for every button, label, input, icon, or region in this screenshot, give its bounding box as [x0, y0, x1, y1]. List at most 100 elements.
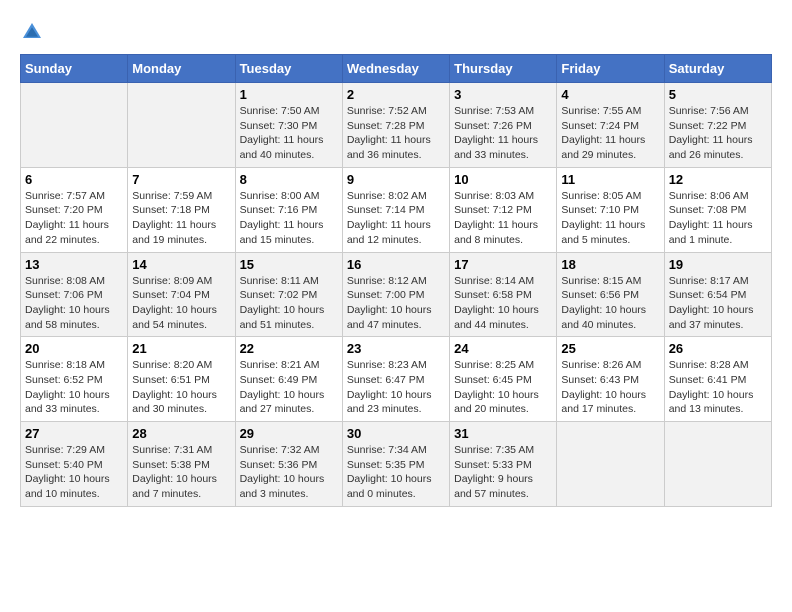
daylight-text: Daylight: 10 hours and 17 minutes.: [561, 388, 659, 417]
sunrise-text: Sunrise: 8:05 AM: [561, 189, 659, 204]
daylight-text: Daylight: 10 hours and 20 minutes.: [454, 388, 552, 417]
calendar-day-cell: 23 Sunrise: 8:23 AM Sunset: 6:47 PM Dayl…: [342, 337, 449, 422]
sunset-text: Sunset: 6:51 PM: [132, 373, 230, 388]
sunrise-text: Sunrise: 7:57 AM: [25, 189, 123, 204]
day-number: 17: [454, 257, 552, 272]
sunrise-text: Sunrise: 8:00 AM: [240, 189, 338, 204]
day-info: Sunrise: 8:02 AM Sunset: 7:14 PM Dayligh…: [347, 189, 445, 248]
sunset-text: Sunset: 7:22 PM: [669, 119, 767, 134]
day-info: Sunrise: 8:17 AM Sunset: 6:54 PM Dayligh…: [669, 274, 767, 333]
day-info: Sunrise: 7:59 AM Sunset: 7:18 PM Dayligh…: [132, 189, 230, 248]
calendar-header-row: SundayMondayTuesdayWednesdayThursdayFrid…: [21, 55, 772, 83]
calendar-day-cell: 24 Sunrise: 8:25 AM Sunset: 6:45 PM Dayl…: [450, 337, 557, 422]
day-info: Sunrise: 8:26 AM Sunset: 6:43 PM Dayligh…: [561, 358, 659, 417]
sunset-text: Sunset: 6:45 PM: [454, 373, 552, 388]
day-number: 27: [25, 426, 123, 441]
sunrise-text: Sunrise: 7:35 AM: [454, 443, 552, 458]
calendar-day-cell: 18 Sunrise: 8:15 AM Sunset: 6:56 PM Dayl…: [557, 252, 664, 337]
sunset-text: Sunset: 7:20 PM: [25, 203, 123, 218]
daylight-text: Daylight: 10 hours and 51 minutes.: [240, 303, 338, 332]
day-number: 16: [347, 257, 445, 272]
calendar-day-cell: 3 Sunrise: 7:53 AM Sunset: 7:26 PM Dayli…: [450, 83, 557, 168]
calendar-day-cell: 11 Sunrise: 8:05 AM Sunset: 7:10 PM Dayl…: [557, 167, 664, 252]
day-info: Sunrise: 8:00 AM Sunset: 7:16 PM Dayligh…: [240, 189, 338, 248]
calendar-day-cell: 19 Sunrise: 8:17 AM Sunset: 6:54 PM Dayl…: [664, 252, 771, 337]
sunrise-text: Sunrise: 8:25 AM: [454, 358, 552, 373]
day-number: 1: [240, 87, 338, 102]
sunrise-text: Sunrise: 8:26 AM: [561, 358, 659, 373]
day-number: 14: [132, 257, 230, 272]
day-number: 19: [669, 257, 767, 272]
sunrise-text: Sunrise: 8:06 AM: [669, 189, 767, 204]
sunset-text: Sunset: 7:02 PM: [240, 288, 338, 303]
day-info: Sunrise: 7:55 AM Sunset: 7:24 PM Dayligh…: [561, 104, 659, 163]
sunset-text: Sunset: 6:43 PM: [561, 373, 659, 388]
calendar-day-cell: 30 Sunrise: 7:34 AM Sunset: 5:35 PM Dayl…: [342, 422, 449, 507]
sunset-text: Sunset: 7:08 PM: [669, 203, 767, 218]
day-info: Sunrise: 8:03 AM Sunset: 7:12 PM Dayligh…: [454, 189, 552, 248]
day-number: 18: [561, 257, 659, 272]
daylight-text: Daylight: 10 hours and 47 minutes.: [347, 303, 445, 332]
day-info: Sunrise: 8:06 AM Sunset: 7:08 PM Dayligh…: [669, 189, 767, 248]
calendar-header-cell: Tuesday: [235, 55, 342, 83]
calendar-header-cell: Sunday: [21, 55, 128, 83]
sunset-text: Sunset: 7:16 PM: [240, 203, 338, 218]
calendar-day-cell: 28 Sunrise: 7:31 AM Sunset: 5:38 PM Dayl…: [128, 422, 235, 507]
sunset-text: Sunset: 6:47 PM: [347, 373, 445, 388]
daylight-text: Daylight: 10 hours and 37 minutes.: [669, 303, 767, 332]
sunrise-text: Sunrise: 8:09 AM: [132, 274, 230, 289]
logo: [20, 20, 48, 44]
sunrise-text: Sunrise: 7:34 AM: [347, 443, 445, 458]
daylight-text: Daylight: 10 hours and 10 minutes.: [25, 472, 123, 501]
sunset-text: Sunset: 7:26 PM: [454, 119, 552, 134]
day-number: 3: [454, 87, 552, 102]
sunset-text: Sunset: 6:41 PM: [669, 373, 767, 388]
sunrise-text: Sunrise: 8:15 AM: [561, 274, 659, 289]
sunset-text: Sunset: 7:24 PM: [561, 119, 659, 134]
sunrise-text: Sunrise: 8:12 AM: [347, 274, 445, 289]
day-info: Sunrise: 8:09 AM Sunset: 7:04 PM Dayligh…: [132, 274, 230, 333]
calendar-day-cell: 16 Sunrise: 8:12 AM Sunset: 7:00 PM Dayl…: [342, 252, 449, 337]
calendar-day-cell: 31 Sunrise: 7:35 AM Sunset: 5:33 PM Dayl…: [450, 422, 557, 507]
calendar-day-cell: 14 Sunrise: 8:09 AM Sunset: 7:04 PM Dayl…: [128, 252, 235, 337]
day-info: Sunrise: 7:52 AM Sunset: 7:28 PM Dayligh…: [347, 104, 445, 163]
day-info: Sunrise: 8:12 AM Sunset: 7:00 PM Dayligh…: [347, 274, 445, 333]
daylight-text: Daylight: 10 hours and 7 minutes.: [132, 472, 230, 501]
calendar-week-row: 27 Sunrise: 7:29 AM Sunset: 5:40 PM Dayl…: [21, 422, 772, 507]
day-info: Sunrise: 7:53 AM Sunset: 7:26 PM Dayligh…: [454, 104, 552, 163]
calendar-day-cell: 2 Sunrise: 7:52 AM Sunset: 7:28 PM Dayli…: [342, 83, 449, 168]
calendar-day-cell: 5 Sunrise: 7:56 AM Sunset: 7:22 PM Dayli…: [664, 83, 771, 168]
calendar-day-cell: [128, 83, 235, 168]
sunset-text: Sunset: 6:56 PM: [561, 288, 659, 303]
calendar-body: 1 Sunrise: 7:50 AM Sunset: 7:30 PM Dayli…: [21, 83, 772, 507]
calendar-header-cell: Thursday: [450, 55, 557, 83]
daylight-text: Daylight: 10 hours and 54 minutes.: [132, 303, 230, 332]
day-info: Sunrise: 7:34 AM Sunset: 5:35 PM Dayligh…: [347, 443, 445, 502]
calendar-day-cell: 10 Sunrise: 8:03 AM Sunset: 7:12 PM Dayl…: [450, 167, 557, 252]
daylight-text: Daylight: 10 hours and 3 minutes.: [240, 472, 338, 501]
sunrise-text: Sunrise: 7:32 AM: [240, 443, 338, 458]
sunrise-text: Sunrise: 8:02 AM: [347, 189, 445, 204]
day-number: 25: [561, 341, 659, 356]
calendar-day-cell: 29 Sunrise: 7:32 AM Sunset: 5:36 PM Dayl…: [235, 422, 342, 507]
sunset-text: Sunset: 6:49 PM: [240, 373, 338, 388]
day-info: Sunrise: 8:21 AM Sunset: 6:49 PM Dayligh…: [240, 358, 338, 417]
daylight-text: Daylight: 10 hours and 0 minutes.: [347, 472, 445, 501]
calendar-week-row: 20 Sunrise: 8:18 AM Sunset: 6:52 PM Dayl…: [21, 337, 772, 422]
calendar-day-cell: 15 Sunrise: 8:11 AM Sunset: 7:02 PM Dayl…: [235, 252, 342, 337]
sunrise-text: Sunrise: 7:59 AM: [132, 189, 230, 204]
daylight-text: Daylight: 10 hours and 27 minutes.: [240, 388, 338, 417]
sunrise-text: Sunrise: 8:17 AM: [669, 274, 767, 289]
sunset-text: Sunset: 7:14 PM: [347, 203, 445, 218]
sunset-text: Sunset: 5:33 PM: [454, 458, 552, 473]
day-info: Sunrise: 7:56 AM Sunset: 7:22 PM Dayligh…: [669, 104, 767, 163]
day-info: Sunrise: 7:35 AM Sunset: 5:33 PM Dayligh…: [454, 443, 552, 502]
day-number: 26: [669, 341, 767, 356]
day-number: 9: [347, 172, 445, 187]
calendar-day-cell: 6 Sunrise: 7:57 AM Sunset: 7:20 PM Dayli…: [21, 167, 128, 252]
calendar-table: SundayMondayTuesdayWednesdayThursdayFrid…: [20, 54, 772, 507]
calendar-day-cell: 17 Sunrise: 8:14 AM Sunset: 6:58 PM Dayl…: [450, 252, 557, 337]
daylight-text: Daylight: 11 hours and 29 minutes.: [561, 133, 659, 162]
daylight-text: Daylight: 9 hours and 57 minutes.: [454, 472, 552, 501]
sunrise-text: Sunrise: 8:11 AM: [240, 274, 338, 289]
